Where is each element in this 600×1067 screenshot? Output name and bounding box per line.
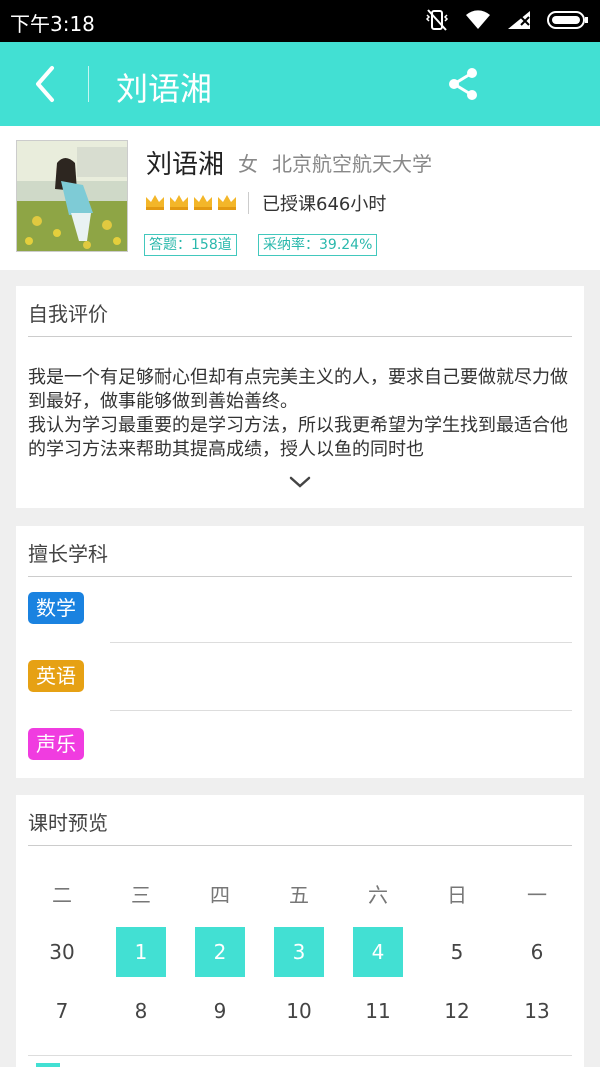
battery-icon bbox=[546, 9, 590, 31]
wifi-icon bbox=[464, 9, 492, 31]
share-button[interactable] bbox=[444, 64, 484, 104]
share-icon bbox=[444, 68, 484, 108]
calendar-week: 30 1 2 3 4 5 6 bbox=[16, 927, 584, 977]
subjects-title: 擅长学科 bbox=[28, 542, 108, 566]
calendar-day[interactable]: 5 bbox=[432, 927, 482, 977]
calendar-day[interactable]: 13 bbox=[512, 986, 562, 1036]
calendar-day[interactable]: 9 bbox=[195, 986, 245, 1036]
vibrate-icon bbox=[424, 8, 450, 32]
weekday-label: 日 bbox=[447, 883, 467, 907]
calendar-day[interactable]: 12 bbox=[432, 986, 482, 1036]
crown-icon bbox=[168, 192, 190, 216]
subject-badge-vocal-music: 声乐 bbox=[28, 728, 84, 760]
calendar-day[interactable]: 8 bbox=[116, 986, 166, 1036]
weekday-label: 一 bbox=[527, 883, 547, 907]
calendar-day[interactable]: 10 bbox=[274, 986, 324, 1036]
crown-rating bbox=[144, 192, 238, 216]
status-bar: 下午3:18 bbox=[0, 0, 600, 42]
self-evaluation-card: 自我评价 我是一个有足够耐心但却有点完美主义的人，要求自己要做就尽力做到最好，做… bbox=[16, 286, 584, 508]
divider bbox=[110, 642, 572, 643]
nav-bar: 刘语湘 bbox=[0, 42, 600, 126]
nav-divider bbox=[88, 66, 89, 102]
subject-badge-math: 数学 bbox=[28, 592, 84, 624]
schedule-title: 课时预览 bbox=[28, 811, 108, 835]
divider bbox=[28, 1055, 572, 1056]
calendar-day-booked[interactable]: 2 bbox=[195, 927, 245, 977]
signal-icon bbox=[506, 9, 532, 31]
calendar-day-booked[interactable]: 3 bbox=[274, 927, 324, 977]
teacher-school: 北京航空航天大学 bbox=[272, 152, 432, 176]
self-evaluation-title: 自我评价 bbox=[28, 302, 108, 326]
weekday-label: 五 bbox=[289, 883, 309, 907]
teacher-profile: 刘语湘 女 北京航空航天大学 已授课646小时 答题：158道 采纳率：39.2… bbox=[0, 126, 600, 270]
subjects-card: 擅长学科 数学 英语 声乐 bbox=[16, 526, 584, 778]
adopt-rate-tag: 采纳率：39.24% bbox=[258, 234, 378, 256]
legend-swatch bbox=[36, 1063, 60, 1067]
calendar-day[interactable]: 30 bbox=[37, 927, 87, 977]
self-evaluation-paragraph: 我是一个有足够耐心但却有点完美主义的人，要求自己要做就尽力做到最好，做事能够做到… bbox=[28, 367, 568, 412]
status-icons bbox=[424, 8, 590, 32]
divider bbox=[28, 576, 572, 577]
divider bbox=[248, 192, 249, 214]
weekday-label: 二 bbox=[52, 883, 72, 907]
divider bbox=[28, 845, 572, 846]
divider bbox=[110, 710, 572, 711]
weekday-label: 四 bbox=[210, 883, 230, 907]
status-time: 下午3:18 bbox=[10, 12, 95, 36]
calendar-week: 7 8 9 10 11 12 13 bbox=[16, 991, 584, 1031]
chevron-left-icon bbox=[26, 66, 66, 110]
weekday-header: 二 三 四 五 六 日 一 bbox=[16, 875, 584, 915]
answers-tag: 答题：158道 bbox=[144, 234, 237, 256]
back-button[interactable] bbox=[26, 62, 66, 106]
calendar-day[interactable]: 6 bbox=[512, 927, 562, 977]
crown-icon bbox=[192, 192, 214, 216]
teaching-hours: 已授课646小时 bbox=[262, 194, 387, 215]
crown-icon bbox=[216, 192, 238, 216]
page-title: 刘语湘 bbox=[116, 70, 213, 108]
calendar-day[interactable]: 11 bbox=[353, 986, 403, 1036]
calendar-day-booked[interactable]: 4 bbox=[353, 927, 403, 977]
teacher-gender: 女 bbox=[238, 152, 258, 176]
chevron-down-icon bbox=[288, 475, 312, 494]
weekday-label: 六 bbox=[368, 883, 388, 907]
divider bbox=[28, 336, 572, 337]
calendar-day[interactable]: 7 bbox=[37, 986, 87, 1036]
calendar-day-booked[interactable]: 1 bbox=[116, 927, 166, 977]
teacher-name: 刘语湘 bbox=[146, 150, 225, 180]
self-evaluation-text: 我是一个有足够耐心但却有点完美主义的人，要求自己要做就尽力做到最好，做事能够做到… bbox=[28, 366, 574, 462]
avatar bbox=[16, 140, 128, 252]
self-evaluation-paragraph: 我认为学习最重要的是学习方法，所以我更希望为学生找到最适合他的学习方法来帮助其提… bbox=[28, 415, 568, 460]
weekday-label: 三 bbox=[131, 883, 151, 907]
crown-icon bbox=[144, 192, 166, 216]
schedule-card: 课时预览 二 三 四 五 六 日 一 30 1 2 3 4 5 6 7 8 9 … bbox=[16, 795, 584, 1067]
subject-badge-english: 英语 bbox=[28, 660, 84, 692]
expand-button[interactable] bbox=[288, 474, 312, 490]
